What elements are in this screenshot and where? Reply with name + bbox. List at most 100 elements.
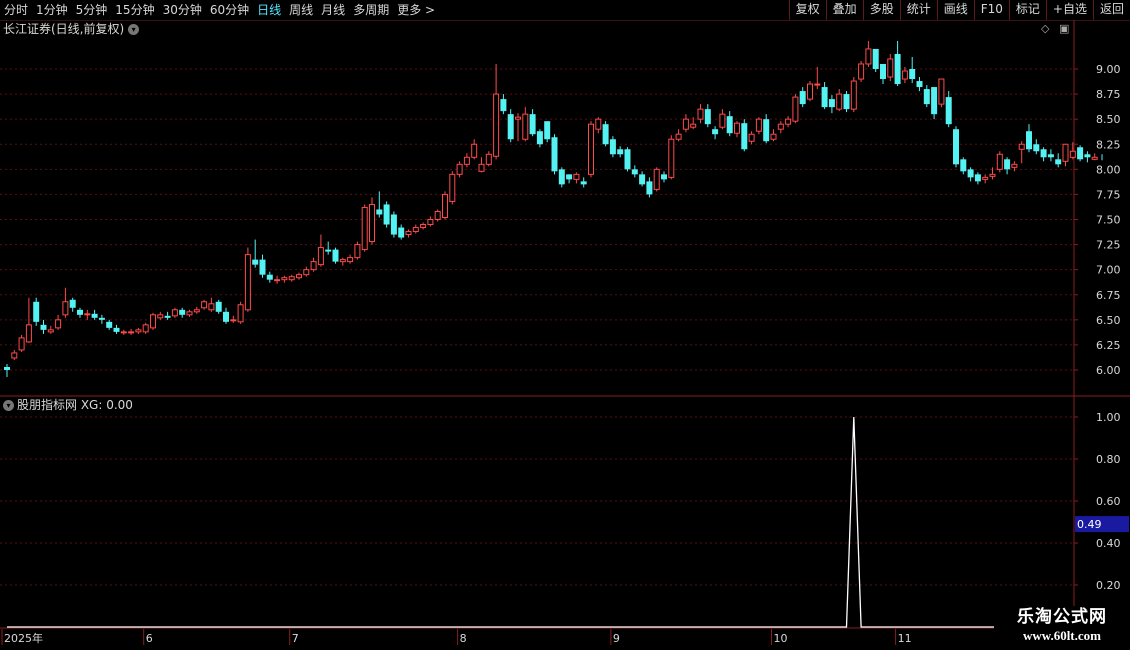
candle-body: [726, 116, 733, 134]
candle: [244, 247, 251, 312]
candle: [938, 78, 945, 108]
kline-chart[interactable]: 9.00 8.75 8.50 8.25 8.00 7.75 7.50 7.25 7.00 6.75…: [0, 0, 1130, 650]
price-tick-label: 8.75: [1096, 88, 1121, 101]
candle-body: [500, 99, 507, 112]
candle-body: [128, 331, 135, 334]
candle-body: [850, 80, 857, 110]
candle-body: [405, 231, 412, 236]
candle: [361, 204, 368, 252]
candle: [390, 211, 397, 238]
indicator-tick-label: 0.40: [1096, 537, 1121, 550]
candle-body: [785, 118, 792, 125]
candle: [4, 363, 10, 378]
candle-body: [230, 319, 237, 322]
watermark-logo: 乐淘公式网 www.60lt.com: [994, 606, 1130, 650]
candle: [595, 117, 602, 134]
candle-body: [252, 259, 259, 265]
candle: [551, 134, 558, 175]
candle-body: [91, 313, 98, 318]
candle-body: [595, 118, 602, 130]
candle-body: [551, 137, 558, 172]
candle-body: [383, 204, 390, 225]
candle: [142, 322, 149, 334]
candle: [40, 319, 47, 334]
candle: [1062, 143, 1069, 167]
indicator-tick-label: 1.00: [1096, 411, 1121, 424]
candle-body: [150, 314, 156, 329]
candle-body: [1062, 143, 1069, 162]
candle: [880, 63, 886, 85]
candle-body: [617, 149, 624, 155]
candle: [522, 107, 529, 142]
candle-body: [697, 108, 704, 120]
candle-body: [989, 173, 996, 177]
candle-body: [843, 94, 850, 110]
candle-body: [1033, 144, 1040, 152]
candle-body: [376, 209, 383, 215]
candle-body: [821, 87, 828, 108]
candle: [274, 275, 281, 284]
date-tick-label: 7: [292, 632, 299, 645]
candle-body: [536, 131, 543, 145]
price-tick-label: 9.00: [1096, 63, 1121, 76]
indicator-tick-label: 0.20: [1096, 579, 1121, 592]
candle-body: [361, 206, 368, 251]
candle: [186, 309, 193, 317]
candle-body: [456, 163, 463, 175]
candle-body: [865, 48, 872, 65]
candle: [120, 329, 127, 335]
candle: [726, 111, 733, 137]
candle-body: [18, 337, 25, 351]
candle: [164, 311, 171, 320]
candle-body: [792, 96, 799, 122]
candle: [69, 297, 76, 312]
candle: [580, 177, 587, 188]
candle: [1047, 149, 1054, 162]
candle: [47, 325, 54, 334]
candle-body: [639, 174, 646, 185]
current-value-label: 0.49: [1077, 518, 1102, 531]
candle: [609, 136, 616, 158]
candle-body: [734, 122, 740, 134]
candle-body: [1004, 159, 1011, 170]
candle-body: [887, 58, 894, 78]
candle-body: [646, 181, 653, 195]
candle: [1040, 147, 1047, 162]
candle-body: [931, 87, 938, 115]
candle: [996, 151, 1003, 173]
candle-body: [442, 193, 448, 218]
candle-body: [1084, 154, 1091, 158]
candle: [11, 349, 18, 360]
candle-body: [1077, 147, 1084, 160]
candle: [646, 177, 653, 198]
date-tick-label: 11: [898, 632, 912, 645]
candle: [376, 191, 383, 218]
candle-body: [84, 313, 91, 316]
candle-body: [303, 269, 310, 276]
candle: [653, 167, 660, 192]
candle-body: [982, 176, 989, 180]
candle-body: [573, 173, 580, 180]
candle-body: [412, 227, 419, 233]
candle: [281, 275, 288, 283]
candle-body: [763, 119, 770, 142]
candle-body: [690, 123, 697, 128]
candle-body: [588, 123, 594, 175]
candle: [55, 314, 62, 330]
date-tick-label: 2025年: [4, 631, 43, 645]
candle: [369, 197, 375, 245]
candle: [1033, 139, 1040, 155]
candle: [150, 312, 156, 330]
candle: [77, 307, 83, 318]
candle: [770, 129, 777, 142]
candle: [405, 229, 412, 238]
candle: [909, 56, 916, 84]
candle-body: [916, 81, 923, 88]
candle-body: [369, 203, 375, 243]
candle-body: [828, 99, 835, 108]
candle-body: [171, 309, 178, 317]
candle-body: [478, 163, 485, 172]
candle-body: [420, 224, 427, 229]
candle: [332, 247, 339, 264]
candle: [960, 157, 967, 175]
